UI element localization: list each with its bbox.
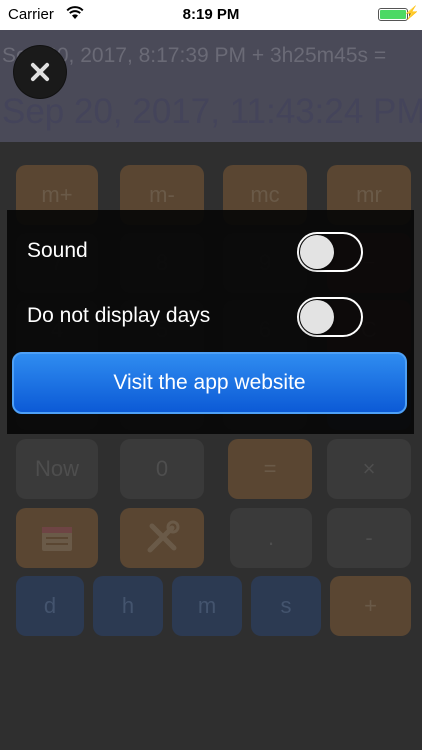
calendar-icon (42, 527, 72, 551)
charging-icon: ⚡ (403, 5, 420, 20)
key-multiply[interactable]: × (327, 439, 411, 499)
key-d[interactable]: d (16, 576, 84, 636)
key-0[interactable]: 0 (120, 439, 204, 499)
clock: 8:19 PM (182, 6, 240, 23)
key-now[interactable]: Now (16, 439, 98, 499)
sound-label: Sound (27, 239, 88, 262)
result-text: Sep 20, 2017, 11:43:24 PM (2, 92, 422, 131)
status-bar: Carrier 8:19 PM ⚡ (0, 0, 422, 30)
key-plus[interactable]: + (330, 576, 411, 636)
key-s[interactable]: s (251, 576, 321, 636)
visit-website-button[interactable]: Visit the app website (12, 352, 407, 414)
toggle-knob (300, 300, 334, 334)
calendar-key[interactable] (16, 508, 98, 568)
close-button[interactable] (14, 46, 66, 98)
sound-toggle[interactable] (297, 232, 363, 272)
tools-icon (147, 520, 180, 553)
key-m[interactable]: m (172, 576, 242, 636)
key-minus[interactable]: - (327, 508, 411, 568)
key-h[interactable]: h (93, 576, 163, 636)
no-days-toggle[interactable] (297, 297, 363, 337)
settings-key[interactable] (120, 508, 204, 568)
no-days-label: Do not display days (27, 304, 211, 327)
key-equals[interactable]: = (228, 439, 312, 499)
key-decimal[interactable]: . (230, 508, 312, 568)
settings-panel: Sound Do not display days Visit the app … (7, 210, 414, 434)
toggle-knob (300, 235, 334, 269)
